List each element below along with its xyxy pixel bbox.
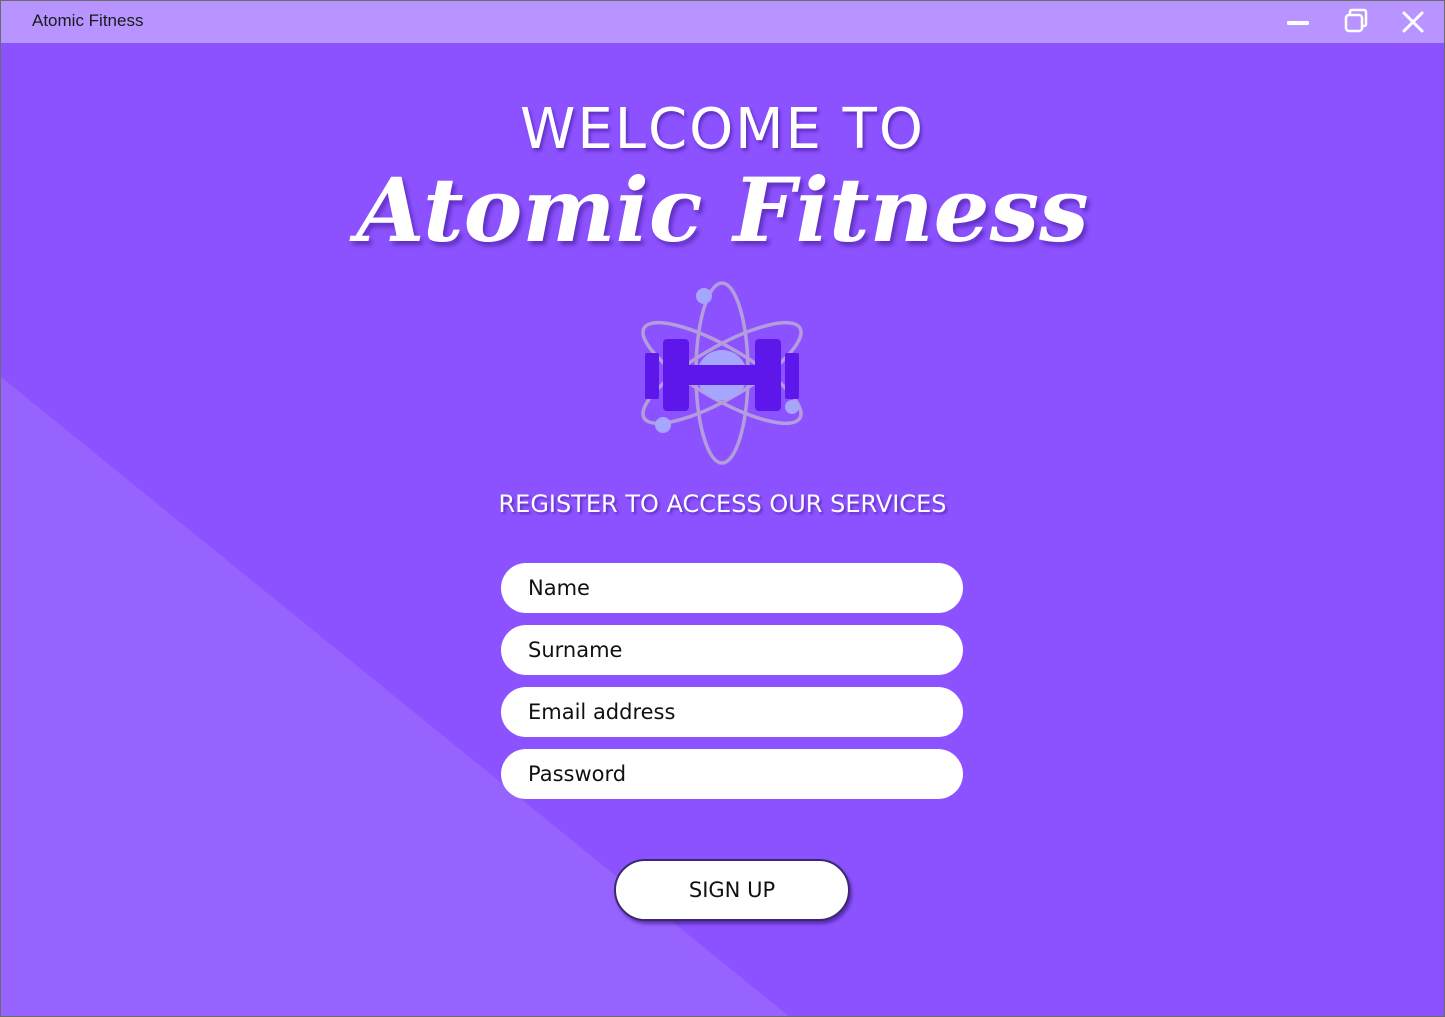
close-icon <box>1402 11 1424 33</box>
surname-field[interactable] <box>501 625 963 675</box>
close-button[interactable] <box>1389 1 1437 43</box>
minimize-icon <box>1287 21 1309 25</box>
maximize-button[interactable] <box>1332 1 1380 43</box>
window-title: Atomic Fitness <box>32 11 144 30</box>
brand-title: Atomic Fitness <box>356 158 1089 262</box>
minimize-button[interactable] <box>1274 1 1322 43</box>
register-subtitle: REGISTER TO ACCESS OUR SERVICES <box>498 490 947 518</box>
main-content: WELCOME TO Atomic Fitness REGISTER TO AC… <box>1 43 1444 1016</box>
password-field[interactable] <box>501 749 963 799</box>
title-bar[interactable]: Atomic Fitness <box>1 1 1444 43</box>
restore-icon <box>1344 8 1368 33</box>
app-window: Atomic Fitness WELCOME TO Atomic Fitness <box>0 0 1445 1017</box>
name-field[interactable] <box>501 563 963 613</box>
email-field[interactable] <box>501 687 963 737</box>
atom-dumbbell-icon <box>641 281 803 465</box>
sign-up-button[interactable]: SIGN UP <box>614 859 850 921</box>
